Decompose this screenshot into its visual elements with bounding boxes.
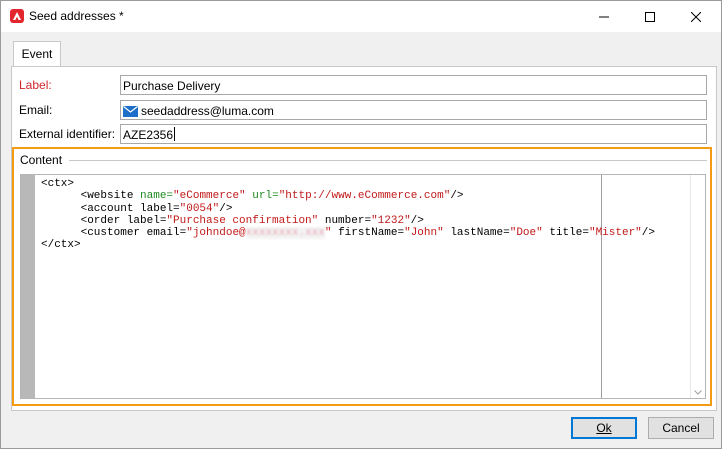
external-id-field[interactable]: AZE2356 <box>120 124 707 144</box>
ok-button[interactable]: Ok <box>571 417 637 439</box>
app-icon <box>10 9 24 23</box>
seed-addresses-dialog: Seed addresses * Event Label: Purchase D… <box>0 0 722 449</box>
close-icon <box>691 11 701 22</box>
cancel-button[interactable]: Cancel <box>648 417 714 439</box>
tab-event[interactable]: Event <box>13 41 61 68</box>
label-field-value: Purchase Delivery <box>123 79 221 93</box>
label-field[interactable]: Purchase Delivery <box>120 75 707 95</box>
cancel-button-label: Cancel <box>662 421 700 435</box>
external-id-field-value: AZE2356 <box>123 128 174 142</box>
ok-button-label: Ok <box>596 421 612 435</box>
email-field-value: seedaddress@luma.com <box>141 104 274 118</box>
close-button[interactable] <box>673 1 719 32</box>
envelope-icon <box>123 106 138 117</box>
external-id-field-label: External identifier: <box>19 127 116 141</box>
text-cursor <box>174 127 176 141</box>
maximize-button[interactable] <box>627 1 673 32</box>
maximize-icon <box>645 11 655 22</box>
minimize-button[interactable] <box>581 1 627 32</box>
content-highlight-frame <box>12 147 712 406</box>
title-bar[interactable]: Seed addresses * <box>1 1 721 32</box>
email-field-label: Email: <box>19 103 53 117</box>
window-title: Seed addresses * <box>29 9 124 23</box>
email-field[interactable]: seedaddress@luma.com <box>120 100 707 120</box>
minimize-icon <box>599 16 609 17</box>
label-field-label: Label: <box>19 78 52 92</box>
